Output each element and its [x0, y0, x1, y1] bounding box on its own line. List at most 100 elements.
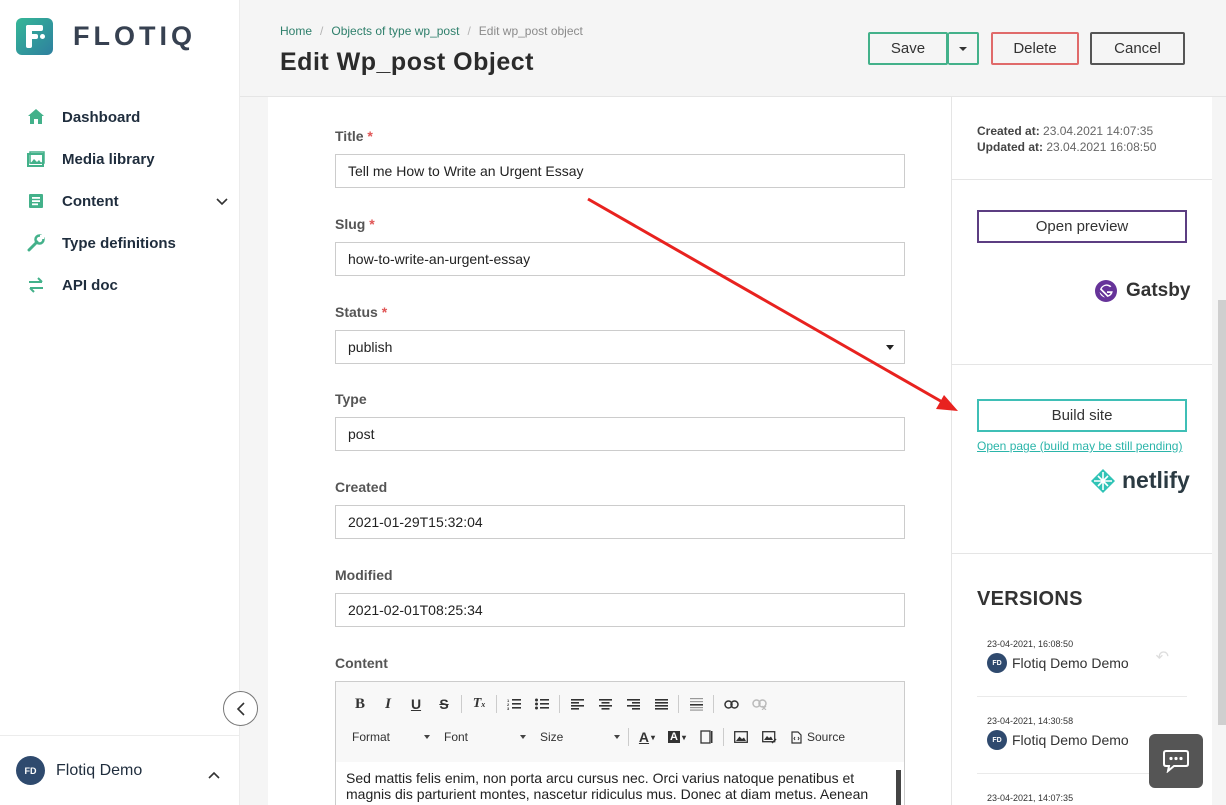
modified-input[interactable]: 2021-02-01T08:25:34	[335, 593, 905, 627]
modified-label: Modified	[335, 567, 393, 583]
save-button[interactable]: Save	[868, 32, 948, 65]
toolbar-separator	[628, 728, 629, 746]
chat-icon	[1163, 750, 1189, 773]
toolbar-separator	[559, 695, 560, 713]
sidebar-collapse-button[interactable]	[223, 691, 258, 726]
updated-at-value: 23.04.2021 16:08:50	[1046, 140, 1157, 154]
object-meta: Created at: 23.04.2021 14:07:35 Updated …	[977, 123, 1156, 155]
underline-button[interactable]: U	[402, 693, 430, 715]
editor-scrollbar[interactable]	[896, 770, 901, 805]
slug-label: Slug *	[335, 216, 375, 232]
bullet-list-icon[interactable]	[528, 693, 556, 715]
page-scrollbar-thumb[interactable]	[1218, 300, 1226, 725]
avatar: FD	[16, 756, 45, 785]
updated-at-label: Updated at:	[977, 140, 1043, 154]
breadcrumb-home[interactable]: Home	[280, 24, 312, 38]
home-icon	[26, 107, 46, 127]
avatar: FD	[987, 653, 1007, 673]
version-item[interactable]: 23-04-2021, 16:08:50 FD Flotiq Demo Demo…	[977, 625, 1187, 697]
show-blocks-icon[interactable]	[692, 726, 720, 748]
user-menu[interactable]: FD Flotiq Demo	[0, 735, 240, 805]
cancel-button[interactable]: Cancel	[1090, 32, 1185, 65]
logo-text: FLOTIQ	[73, 21, 196, 51]
created-at-label: Created at:	[977, 124, 1040, 138]
unlink-icon[interactable]	[745, 693, 773, 715]
editor-content[interactable]: Sed mattis felis enim, non porta arcu cu…	[346, 770, 876, 805]
build-site-button[interactable]: Build site	[977, 399, 1187, 432]
page-header: Home / Objects of type wp_post / Edit wp…	[240, 0, 1226, 97]
sidebar-nav: Dashboard Media library Content Type def…	[0, 96, 240, 306]
status-select[interactable]: publish	[335, 330, 905, 364]
sidebar-item-dashboard[interactable]: Dashboard	[0, 96, 240, 138]
caret-down-icon	[886, 345, 894, 350]
breadcrumb-objects[interactable]: Objects of type wp_post	[331, 24, 459, 38]
rich-text-editor[interactable]: B I U S Tx 123 Format Font Size A ▾ A ▾ …	[335, 681, 905, 805]
svg-text:3: 3	[507, 706, 510, 710]
version-date: 23-04-2021, 14:30:58	[987, 716, 1074, 726]
caret-down-icon	[520, 735, 526, 739]
italic-button[interactable]: I	[374, 693, 402, 715]
open-preview-button[interactable]: Open preview	[977, 210, 1187, 243]
chevron-left-icon	[236, 701, 245, 716]
sidebar-item-content[interactable]: Content	[0, 180, 240, 222]
status-select-value: publish	[348, 339, 393, 355]
restore-icon[interactable]: ↶	[1156, 647, 1169, 667]
strikethrough-button[interactable]: S	[430, 693, 458, 715]
sidebar-item-label: Media library	[62, 150, 155, 168]
image-icon[interactable]	[727, 726, 755, 748]
gatsby-label: Gatsby	[1126, 280, 1191, 301]
background-color-icon[interactable]: A ▾	[662, 726, 692, 748]
caret-down-icon	[959, 46, 967, 51]
sidebar-item-media-library[interactable]: Media library	[0, 138, 240, 180]
title-label: Title *	[335, 128, 373, 144]
text-color-icon[interactable]: A ▾	[632, 726, 662, 748]
chat-button[interactable]	[1149, 734, 1203, 788]
title-input[interactable]: Tell me How to Write an Urgent Essay	[335, 154, 905, 188]
panel-divider	[952, 553, 1213, 554]
flotiq-logo-icon	[16, 18, 53, 55]
align-center-icon[interactable]	[591, 693, 619, 715]
object-side-panel: Created at: 23.04.2021 14:07:35 Updated …	[951, 97, 1213, 805]
delete-button[interactable]: Delete	[991, 32, 1079, 65]
list-icon	[26, 191, 46, 211]
format-dropdown[interactable]: Format	[346, 726, 432, 748]
flotiq-logo[interactable]: FLOTIQ	[16, 18, 196, 55]
caret-down-icon	[424, 735, 430, 739]
align-justify-icon[interactable]	[647, 693, 675, 715]
breadcrumb-current: Edit wp_post object	[478, 24, 583, 38]
avatar: FD	[987, 730, 1007, 750]
sidebar-item-type-definitions[interactable]: Type definitions	[0, 222, 240, 264]
version-user: FD Flotiq Demo Demo	[987, 653, 1129, 673]
image-manager-icon[interactable]	[755, 726, 783, 748]
sidebar-item-label: Type definitions	[62, 234, 176, 252]
arrows-icon	[26, 275, 46, 295]
open-page-link[interactable]: Open page (build may be still pending)	[977, 439, 1182, 453]
size-dropdown[interactable]: Size	[534, 726, 622, 748]
created-input[interactable]: 2021-01-29T15:32:04	[335, 505, 905, 539]
remove-format-icon[interactable]: Tx	[465, 693, 493, 715]
user-name: Flotiq Demo	[56, 761, 143, 779]
versions-title: VERSIONS	[977, 588, 1083, 610]
gatsby-icon	[1095, 280, 1117, 302]
link-icon[interactable]	[717, 693, 745, 715]
source-button[interactable]: Source	[785, 726, 855, 748]
numbered-list-icon[interactable]: 123	[500, 693, 528, 715]
align-left-icon[interactable]	[563, 693, 591, 715]
horizontal-rule-icon[interactable]	[682, 693, 710, 715]
slug-input[interactable]: how-to-write-an-urgent-essay	[335, 242, 905, 276]
save-dropdown-button[interactable]	[948, 32, 979, 65]
sidebar-item-label: Content	[62, 192, 119, 210]
align-right-icon[interactable]	[619, 693, 647, 715]
caret-down-icon	[614, 735, 620, 739]
type-input[interactable]: post	[335, 417, 905, 451]
breadcrumb-separator: /	[467, 24, 471, 38]
created-label: Created	[335, 479, 388, 495]
bold-button[interactable]: B	[346, 693, 374, 715]
font-dropdown-label: Font	[444, 730, 469, 744]
toolbar-separator	[713, 695, 714, 713]
format-dropdown-label: Format	[352, 730, 391, 744]
chevron-down-icon	[216, 193, 228, 211]
sidebar-item-api-doc[interactable]: API doc	[0, 264, 240, 306]
panel-divider	[952, 179, 1213, 180]
font-dropdown[interactable]: Font	[438, 726, 528, 748]
